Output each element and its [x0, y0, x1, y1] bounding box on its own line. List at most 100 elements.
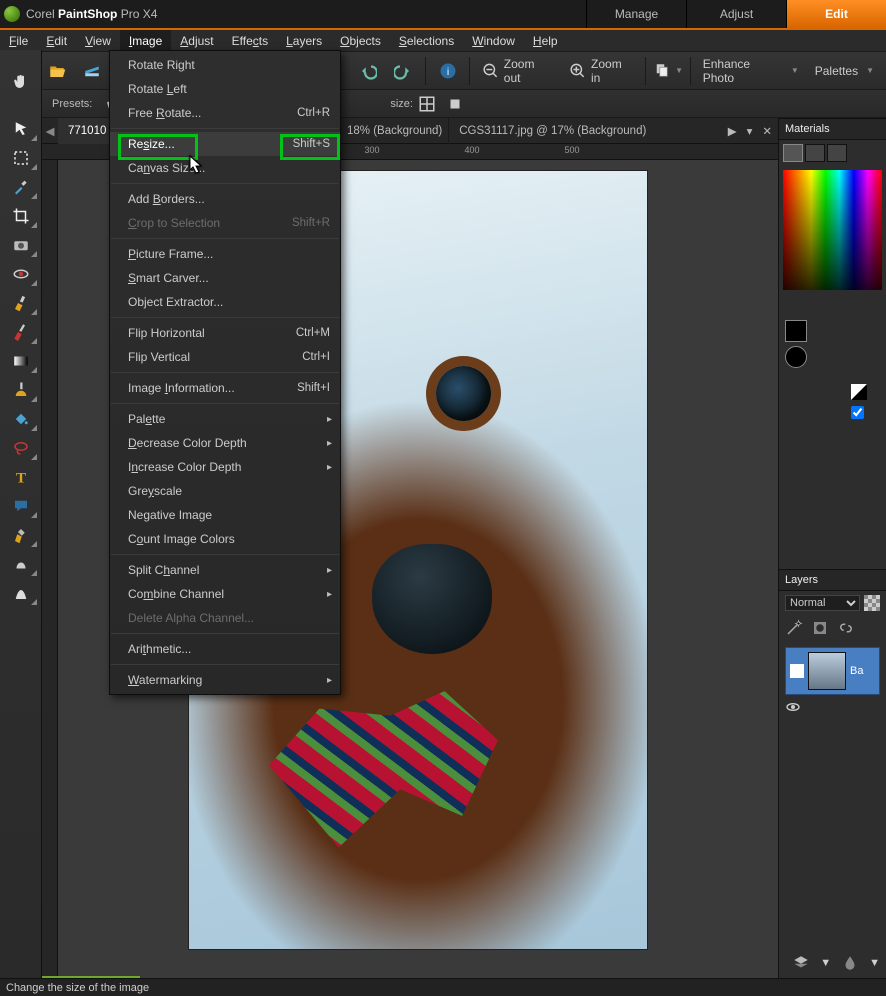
layer-mask-button[interactable] — [811, 619, 829, 637]
materials-tab-frame[interactable] — [827, 144, 847, 162]
color-picker-rainbow[interactable] — [783, 170, 882, 290]
zoom-in-button[interactable]: Zoom in — [561, 57, 641, 85]
tool-move[interactable] — [4, 115, 38, 142]
menu-free-rotate[interactable]: Free Rotate...Ctrl+R — [110, 101, 340, 125]
open-file-button[interactable] — [41, 55, 72, 87]
layer-add-button[interactable] — [792, 954, 810, 972]
menu-flip-horizontal[interactable]: Flip HorizontalCtrl+M — [110, 321, 340, 345]
menu-arithmetic[interactable]: Arithmetic... — [110, 637, 340, 661]
materials-link-checkbox[interactable] — [851, 406, 864, 419]
tab-manage[interactable]: Manage — [586, 0, 686, 28]
size-label: size: — [390, 98, 413, 110]
menu-adjust[interactable]: Adjust — [171, 30, 222, 51]
menu-split-channel[interactable]: Split Channel — [110, 558, 340, 582]
title-bar: Corel PaintShop Pro X4 Manage Adjust Edi… — [0, 0, 886, 28]
menu-edit[interactable]: Edit — [37, 30, 76, 51]
image-menu-dropdown: Rotate Right Rotate Left Free Rotate...C… — [109, 50, 341, 695]
menu-add-borders[interactable]: Add Borders... — [110, 187, 340, 211]
enhance-photo-button[interactable]: Enhance Photo ▼ — [695, 57, 807, 85]
eye-icon[interactable] — [785, 699, 801, 715]
menu-layers[interactable]: Layers — [277, 30, 331, 51]
menu-selections[interactable]: Selections — [390, 30, 463, 51]
menu-view[interactable]: View — [76, 30, 120, 51]
tool-clone[interactable] — [4, 289, 38, 316]
tool-shape[interactable] — [4, 492, 38, 519]
menu-negative[interactable]: Negative Image — [110, 503, 340, 527]
menu-image-information[interactable]: Image Information...Shift+I — [110, 376, 340, 400]
palettes-button[interactable]: Palettes ▼ — [807, 57, 882, 85]
redo-button[interactable] — [388, 55, 419, 87]
doc-tab-2[interactable]: CGS31117.jpg @ 17% (Background) — [448, 118, 656, 144]
menu-object-extractor[interactable]: Object Extractor... — [110, 290, 340, 314]
menu-rotate-left[interactable]: Rotate Left — [110, 77, 340, 101]
tool-crop[interactable] — [4, 202, 38, 229]
menu-window[interactable]: Window — [463, 30, 524, 51]
scan-button[interactable] — [77, 55, 108, 87]
menu-count-colors[interactable]: Count Image Colors — [110, 527, 340, 551]
tool-redeye[interactable] — [4, 260, 38, 287]
menu-objects[interactable]: Objects — [331, 30, 390, 51]
tool-retouch[interactable] — [4, 376, 38, 403]
menu-greyscale[interactable]: Greyscale — [110, 479, 340, 503]
menu-image[interactable]: Image — [120, 30, 171, 51]
layer-delete-button[interactable] — [841, 954, 859, 972]
swap-colors-icon[interactable] — [851, 384, 867, 400]
tab-scroll-left[interactable]: ◀ — [42, 124, 58, 138]
foreground-style-chip[interactable] — [785, 346, 807, 368]
menu-combine-channel[interactable]: Combine Channel — [110, 582, 340, 606]
info-button[interactable]: i — [432, 55, 463, 87]
materials-tab-swatches[interactable] — [805, 144, 825, 162]
layers-toolbar — [779, 615, 886, 641]
tool-pen[interactable] — [4, 521, 38, 548]
materials-tab-rainbow[interactable] — [783, 144, 803, 162]
layer-link-button[interactable] — [837, 619, 855, 637]
tool-lasso[interactable] — [4, 434, 38, 461]
tool-fill[interactable] — [4, 405, 38, 432]
chevron-down-icon: ▼ — [820, 957, 831, 969]
doc-tab-1-suffix: 18% (Background) — [341, 125, 448, 137]
layer-blend-mode[interactable]: Normal — [785, 595, 860, 611]
menu-rotate-right[interactable]: Rotate Right — [110, 53, 340, 77]
tool-selection[interactable] — [4, 144, 38, 171]
menu-palette[interactable]: Palette — [110, 407, 340, 431]
brush-icon — [12, 294, 30, 312]
tab-menu-button[interactable]: ▾ — [747, 124, 753, 138]
menu-watermarking[interactable]: Watermarking — [110, 668, 340, 692]
menu-help[interactable]: Help — [524, 30, 567, 51]
layer-new-button[interactable] — [785, 619, 803, 637]
menu-smart-carver[interactable]: Smart Carver... — [110, 266, 340, 290]
zoom-out-button[interactable]: Zoom out — [474, 57, 561, 85]
tab-close-button[interactable]: ✕ — [762, 124, 772, 138]
fit-window-button[interactable] — [413, 93, 441, 115]
menu-canvas-size[interactable]: Canvas Size... — [110, 156, 340, 180]
tool-smear[interactable] — [4, 550, 38, 577]
tool-oil[interactable] — [4, 579, 38, 606]
marquee-icon — [12, 149, 30, 167]
tool-eyedropper[interactable] — [4, 173, 38, 200]
menu-increase-depth[interactable]: Increase Color Depth — [110, 455, 340, 479]
tool-straighten[interactable] — [4, 231, 38, 258]
menu-resize[interactable]: Resize...Shift+S — [110, 132, 340, 156]
menu-flip-vertical[interactable]: Flip VerticalCtrl+I — [110, 345, 340, 369]
menu-effects[interactable]: Effects — [223, 30, 277, 51]
foreground-color-chip[interactable] — [785, 320, 807, 342]
menu-picture-frame[interactable]: Picture Frame... — [110, 242, 340, 266]
tab-adjust[interactable]: Adjust — [686, 0, 786, 28]
tab-edit[interactable]: Edit — [786, 0, 886, 28]
tool-text[interactable]: T — [4, 463, 38, 490]
menu-file[interactable]: File — [0, 30, 37, 51]
undo-button[interactable] — [352, 55, 383, 87]
tab-scroll-right[interactable]: ▶ — [728, 124, 737, 138]
eyedropper-icon — [12, 178, 30, 196]
tool-paint[interactable] — [4, 318, 38, 345]
layer-visibility-icon[interactable] — [790, 664, 804, 678]
tool-gradient[interactable] — [4, 347, 38, 374]
copy-button[interactable]: ▼ — [652, 55, 683, 87]
menu-delete-alpha: Delete Alpha Channel... — [110, 606, 340, 630]
oilbrush-icon — [12, 584, 30, 602]
lasso-icon — [12, 439, 30, 457]
layers-panel-title: Layers — [779, 569, 886, 591]
layer-row-background[interactable]: Ba — [785, 647, 880, 695]
actual-size-button[interactable] — [441, 93, 469, 115]
menu-decrease-depth[interactable]: Decrease Color Depth — [110, 431, 340, 455]
